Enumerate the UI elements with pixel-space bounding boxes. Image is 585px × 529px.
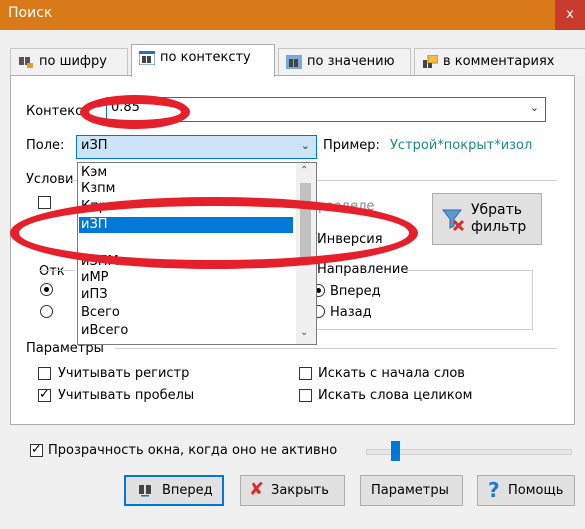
context-label: Контекс — [26, 104, 83, 119]
forward-button-label: Вперед — [162, 483, 213, 498]
tab-by-value[interactable]: по значению — [278, 48, 411, 76]
remove-filter-line1: Убрать — [471, 202, 523, 218]
direction-back-label: Назад — [330, 305, 372, 320]
conditions-label: Услови — [26, 172, 74, 187]
whole-words-checkbox[interactable] — [299, 389, 312, 402]
match-case-checkbox[interactable] — [38, 367, 51, 380]
field-value: иЗП — [81, 138, 108, 153]
annotation-ellipse-context — [80, 95, 190, 129]
direction-divider — [405, 270, 533, 271]
scroll-up-icon[interactable]: ⌃ — [300, 165, 308, 176]
word-start-label: Искать с начала слов — [318, 366, 465, 381]
origin-label: Отк — [39, 264, 65, 279]
chevron-down-icon[interactable]: ⌄ — [530, 101, 539, 114]
scroll-down-icon[interactable]: ⌄ — [300, 327, 308, 338]
dropdown-item[interactable]: Кзпм — [79, 181, 293, 197]
help-button-label: Помощь — [508, 483, 564, 498]
title-bar: Поиск x — [0, 0, 585, 30]
help-icon: ? — [488, 478, 500, 502]
dropdown-item[interactable]: иВсего — [79, 323, 293, 339]
binoculars-key-icon — [19, 57, 33, 68]
tab-by-value-label: по значению — [307, 54, 395, 69]
origin-radio-2[interactable] — [40, 305, 53, 318]
match-case-label: Учитывать регистр — [58, 366, 190, 381]
dropdown-item[interactable]: Кэм — [79, 165, 293, 181]
transparency-slider-thumb[interactable] — [391, 441, 400, 461]
remove-filter-line2: фильтр — [471, 219, 527, 235]
dropdown-item[interactable]: иМР — [79, 270, 293, 286]
match-spaces-label: Учитывать пробелы — [58, 388, 195, 403]
tab-by-context-label: по контексту — [160, 50, 251, 65]
window-title: Поиск — [8, 5, 53, 21]
remove-filter-button[interactable]: Убрать фильтр — [432, 193, 542, 245]
search-window: Поиск x по шифру по контексту по значени… — [0, 0, 585, 529]
direction-label: Направление — [317, 262, 409, 277]
example-value: Устрой*покрыт*изол — [390, 138, 533, 153]
tab-in-comments[interactable]: в комментариях — [414, 48, 585, 76]
binoculars-note-icon — [423, 55, 438, 68]
conditions-checkbox[interactable] — [38, 196, 51, 209]
params-divider — [115, 348, 557, 349]
forward-button[interactable]: Вперед — [124, 475, 224, 506]
tab-by-context[interactable]: по контексту — [131, 44, 275, 77]
params-button[interactable]: Параметры — [360, 475, 463, 506]
whole-words-label: Искать слова целиком — [318, 388, 473, 403]
direction-border-bottom — [317, 329, 533, 330]
binoculars-icon — [139, 485, 151, 497]
binoculars-doc-icon — [139, 51, 155, 65]
tab-by-code[interactable]: по шифру — [10, 48, 128, 76]
filter-remove-icon — [441, 209, 465, 232]
word-start-checkbox[interactable] — [299, 367, 312, 380]
origin-radio-1[interactable] — [40, 283, 53, 296]
close-button[interactable]: ✘ Закрыть — [240, 475, 345, 506]
example-label: Пример: — [323, 138, 380, 153]
direction-border-right — [532, 270, 533, 330]
params-button-label: Параметры — [371, 483, 449, 498]
field-label: Поле: — [26, 138, 65, 153]
direction-forward-label: Вперед — [330, 284, 381, 299]
transparency-label: Прозрачность окна, когда оно не активно — [48, 443, 338, 458]
tab-in-comments-label: в комментариях — [443, 54, 555, 69]
origin-divider — [39, 270, 75, 271]
close-button-label: Закрыть — [271, 483, 329, 498]
tab-by-code-label: по шифру — [39, 54, 107, 69]
binoculars-table-icon — [286, 55, 302, 69]
field-combo[interactable]: иЗП ⌄ — [76, 135, 317, 159]
close-x-icon: ✘ — [249, 479, 265, 500]
dropdown-item[interactable]: Всего — [79, 305, 293, 321]
help-button[interactable]: ? Помощь — [477, 475, 575, 506]
match-spaces-checkbox[interactable] — [38, 387, 51, 402]
close-window-button[interactable]: x — [555, 0, 585, 30]
annotation-ellipse-dropdown — [10, 197, 418, 269]
transparency-checkbox[interactable] — [30, 442, 43, 457]
chevron-down-icon[interactable]: ⌄ — [301, 139, 310, 152]
dropdown-item[interactable]: иПЗ — [79, 287, 293, 303]
